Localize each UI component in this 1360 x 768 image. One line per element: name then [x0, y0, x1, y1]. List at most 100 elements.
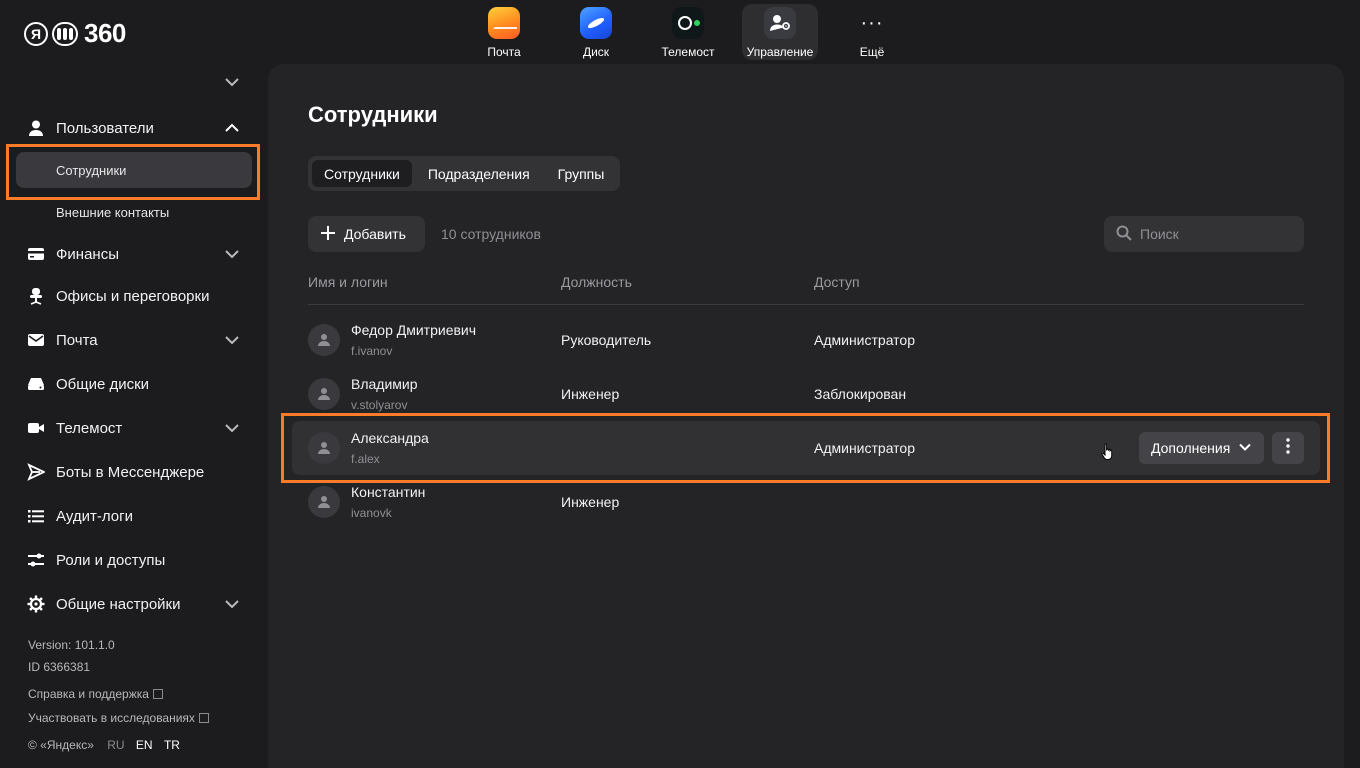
- admin-app-icon: [764, 7, 796, 39]
- tabs: Сотрудники Подразделения Группы: [308, 156, 621, 191]
- avatar: [308, 486, 340, 518]
- help-link[interactable]: Справка и поддержка: [28, 687, 163, 701]
- lang-en-link[interactable]: EN: [136, 738, 153, 752]
- user-icon: [24, 116, 48, 140]
- sidebar: Пользователи Сотрудники Внешние контакты…: [0, 64, 268, 768]
- help-link-label: Справка и поддержка: [28, 687, 149, 701]
- lang-tr-link[interactable]: TR: [164, 738, 180, 752]
- sidebar-item-offices[interactable]: Офисы и переговорки: [16, 278, 252, 314]
- tab-employees[interactable]: Сотрудники: [312, 160, 412, 187]
- gear-icon: [24, 592, 48, 616]
- app-disk[interactable]: Диск: [558, 4, 634, 60]
- yandex-360-logo[interactable]: Я 360: [24, 18, 126, 49]
- send-icon: [24, 460, 48, 484]
- sidebar-item-shared-disks[interactable]: Общие диски: [16, 366, 252, 402]
- apps-switcher: Почта Диск Телемост Управление ··· Ещё: [466, 4, 910, 60]
- chevron-down-icon: [222, 244, 242, 264]
- more-dots-icon: ···: [860, 12, 884, 34]
- app-label: Диск: [582, 45, 610, 59]
- sidebar-item-external-contacts[interactable]: Внешние контакты: [16, 194, 252, 230]
- app-telemost[interactable]: Телемост: [650, 4, 726, 60]
- chevron-up-icon: [222, 118, 242, 138]
- external-link-icon: [152, 689, 163, 699]
- sidebar-item-label: Телемост: [56, 419, 123, 437]
- column-header-name: Имя и логин: [308, 274, 388, 290]
- sidebar-item-label: Роли и доступы: [56, 551, 166, 569]
- copyright-text: © «Яндекс»: [28, 738, 94, 752]
- top-bar: Я 360 Почта Диск Телемост Управление ···…: [0, 0, 1360, 64]
- sidebar-item-label: Почта: [56, 331, 98, 349]
- employee-position: Инженер: [561, 494, 620, 510]
- tab-groups[interactable]: Группы: [546, 160, 617, 187]
- people-logo-icon: [52, 21, 78, 46]
- avatar: [308, 378, 340, 410]
- research-link[interactable]: Участвовать в исследованиях: [28, 711, 209, 725]
- search-input[interactable]: Поиск: [1104, 216, 1304, 252]
- page-title: Сотрудники: [308, 102, 438, 127]
- sidebar-item-mail[interactable]: Почта: [16, 322, 252, 358]
- office-chair-icon: [24, 284, 48, 308]
- table-row[interactable]: Константин ivanovk Инженер: [292, 475, 1320, 529]
- chevron-down-icon: [222, 594, 242, 614]
- app-label: Управление: [746, 45, 814, 59]
- employee-position: Инженер: [561, 386, 620, 402]
- disk-app-icon: [580, 7, 612, 39]
- employee-login: f.ivanov: [351, 344, 393, 358]
- sidebar-item-label: Общие настройки: [56, 595, 181, 613]
- header-divider: [308, 304, 1304, 305]
- app-mail[interactable]: Почта: [466, 4, 542, 60]
- search-placeholder: Поиск: [1140, 226, 1179, 242]
- sidebar-item-audit[interactable]: Аудит-логи: [16, 498, 252, 534]
- hand-cursor-icon: [1101, 443, 1115, 466]
- employee-login: v.stolyarov: [351, 398, 408, 412]
- list-icon: [24, 504, 48, 528]
- sidebar-item-label: Пользователи: [56, 119, 154, 137]
- tab-departments[interactable]: Подразделения: [416, 160, 542, 187]
- yandex-logo-icon: Я: [24, 21, 48, 46]
- sidebar-item-bots[interactable]: Боты в Мессенджере: [16, 454, 252, 490]
- app-admin[interactable]: Управление: [742, 4, 818, 60]
- lang-ru-link[interactable]: RU: [107, 738, 124, 752]
- table-row[interactable]: Федор Дмитриевич f.ivanov Руководитель А…: [292, 313, 1320, 367]
- highlight-box-sidebar: [6, 144, 260, 200]
- sidebar-item-label: Аудит-логи: [56, 507, 133, 525]
- sidebar-item-users[interactable]: Пользователи: [16, 110, 252, 146]
- sidebar-item-roles[interactable]: Роли и доступы: [16, 542, 252, 578]
- employee-count: 10 сотрудников: [441, 226, 541, 242]
- highlight-box-row: [281, 413, 1330, 483]
- add-button[interactable]: Добавить: [308, 216, 425, 252]
- external-link-icon: [198, 713, 209, 723]
- add-button-label: Добавить: [344, 226, 406, 242]
- employee-access: Заблокирован: [814, 386, 907, 402]
- chevron-down-icon: [222, 418, 242, 438]
- search-icon: [1116, 225, 1132, 244]
- employee-access: Администратор: [814, 332, 916, 348]
- sidebar-item-label: Финансы: [56, 245, 119, 263]
- plus-icon: [320, 225, 336, 244]
- app-label: Почта: [487, 45, 521, 59]
- sidebar-item-label: Общие диски: [56, 375, 150, 393]
- org-id-text: ID 6366381: [28, 660, 91, 674]
- sidebar-item-settings[interactable]: Общие настройки: [16, 586, 252, 622]
- footer-lang: © «Яндекс» RU EN TR: [28, 738, 180, 752]
- app-label: Ещё: [859, 45, 885, 59]
- employee-name: Константин: [351, 484, 426, 500]
- column-header-access: Доступ: [814, 274, 860, 290]
- version-text: Version: 101.1.0: [28, 638, 115, 652]
- sidebar-item-finance[interactable]: Финансы: [16, 236, 252, 272]
- sidebar-item-telemost[interactable]: Телемост: [16, 410, 252, 446]
- avatar: [308, 324, 340, 356]
- app-label: Телемост: [661, 45, 715, 59]
- employee-login: ivanovk: [351, 506, 392, 520]
- telemost-app-icon: [672, 7, 704, 39]
- employee-name: Владимир: [351, 376, 418, 392]
- mail-app-icon: [488, 7, 520, 39]
- drive-icon: [24, 372, 48, 396]
- sidebar-item-label: Боты в Мессенджере: [56, 463, 205, 481]
- chevron-down-icon: [222, 330, 242, 350]
- app-more[interactable]: ··· Ещё: [834, 4, 910, 60]
- video-camera-icon: [24, 416, 48, 440]
- sidebar-item-label: Офисы и переговорки: [56, 287, 210, 305]
- card-icon: [24, 242, 48, 266]
- chevron-down-icon[interactable]: [222, 72, 242, 92]
